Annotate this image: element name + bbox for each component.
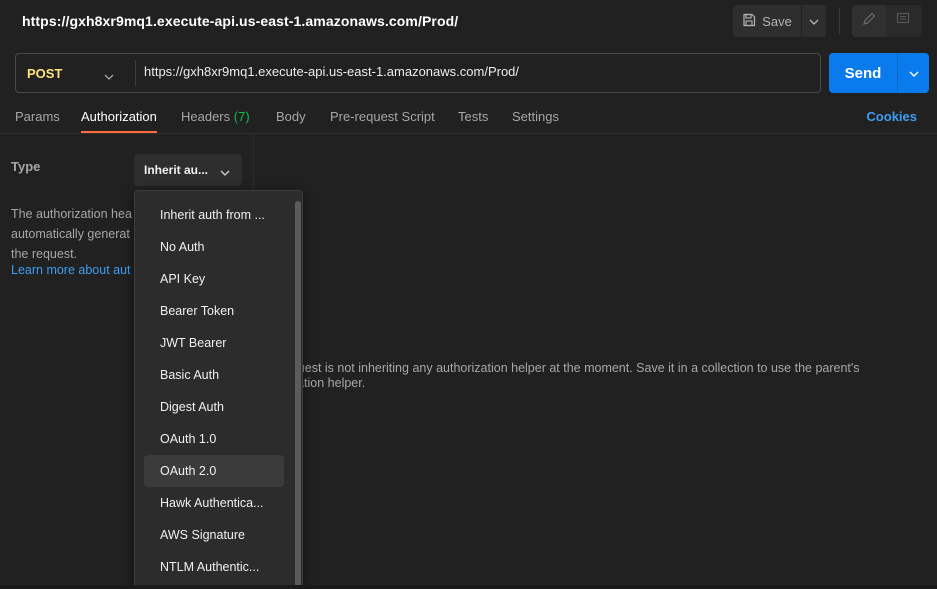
method-label: POST [27,65,63,81]
tab-settings[interactable]: Settings [512,109,559,124]
dropdown-item-hawk-auth[interactable]: Hawk Authentica... [144,487,284,519]
chevron-down-icon [809,12,819,30]
headers-count-badge: (7) [233,109,250,124]
chevron-down-icon [909,64,919,82]
bottom-divider [0,585,937,589]
active-tab-indicator [81,131,157,133]
url-divider [135,60,136,86]
dropdown-item-digest-auth[interactable]: Digest Auth [144,391,284,423]
dropdown-item-no-auth[interactable]: No Auth [144,231,284,263]
tab-headers-label: Headers [181,109,231,124]
inherit-auth-message: s request is not inheriting any authoriz… [270,361,920,391]
save-label: Save [762,13,792,29]
dropdown-item-jwt-bearer[interactable]: JWT Bearer [144,327,284,359]
auth-type-label: Type [11,159,41,174]
save-options-button[interactable] [802,5,826,37]
dropdown-item-api-key[interactable]: API Key [144,263,284,295]
dropdown-item-basic-auth[interactable]: Basic Auth [144,359,284,391]
send-options-button[interactable] [898,53,929,93]
method-select[interactable]: POST [16,54,134,92]
auth-type-select[interactable]: Inherit au... [134,154,242,186]
tab-prerequest-script[interactable]: Pre-request Script [330,109,435,124]
tab-params[interactable]: Params [15,109,60,124]
dropdown-item-aws-signature[interactable]: AWS Signature [144,519,284,551]
tab-headers[interactable]: Headers (7) [181,109,250,124]
comment-icon [896,12,910,31]
cookies-link[interactable]: Cookies [866,109,917,124]
tab-tests[interactable]: Tests [458,109,488,124]
dropdown-item-ntlm-auth[interactable]: NTLM Authentic... [144,551,284,583]
save-icon [742,13,756,30]
inherit-message-line: s request is not inheriting any authoriz… [270,361,860,375]
edit-button[interactable] [852,5,886,37]
dropdown-item-oauth1[interactable]: OAuth 1.0 [144,423,284,455]
auth-type-value: Inherit au... [144,163,209,177]
tab-authorization[interactable]: Authorization [81,109,157,124]
request-title[interactable]: https://gxh8xr9mq1.execute-api.us-east-1… [22,13,458,29]
save-button[interactable]: Save [733,5,801,37]
request-tabs: Params Authorization Headers (7) Body Pr… [0,100,937,134]
tab-body[interactable]: Body [276,109,306,124]
chevron-down-icon [104,67,114,85]
send-button[interactable]: Send [829,53,897,93]
save-button-group: Save [733,5,826,37]
url-input[interactable]: https://gxh8xr9mq1.execute-api.us-east-1… [144,64,519,79]
send-button-group: Send [829,53,929,93]
learn-more-link[interactable]: Learn more about aut [11,263,131,277]
dropdown-item-bearer-token[interactable]: Bearer Token [144,295,284,327]
dropdown-scrollbar[interactable] [295,201,301,587]
dropdown-item-inherit-auth[interactable]: Inherit auth from ... [144,199,284,231]
chevron-down-icon [220,165,230,179]
dropdown-item-oauth2[interactable]: OAuth 2.0 [144,455,284,487]
url-bar: POST https://gxh8xr9mq1.execute-api.us-e… [15,53,821,93]
comments-button[interactable] [886,5,920,37]
auth-type-dropdown: Inherit auth from ... No Auth API Key Be… [134,190,303,589]
request-titlebar: https://gxh8xr9mq1.execute-api.us-east-1… [0,0,937,42]
toolbar-divider [839,8,840,34]
pencil-icon [862,12,876,31]
right-toolbar [852,5,922,37]
inherit-message-line: horization helper. [270,376,366,390]
